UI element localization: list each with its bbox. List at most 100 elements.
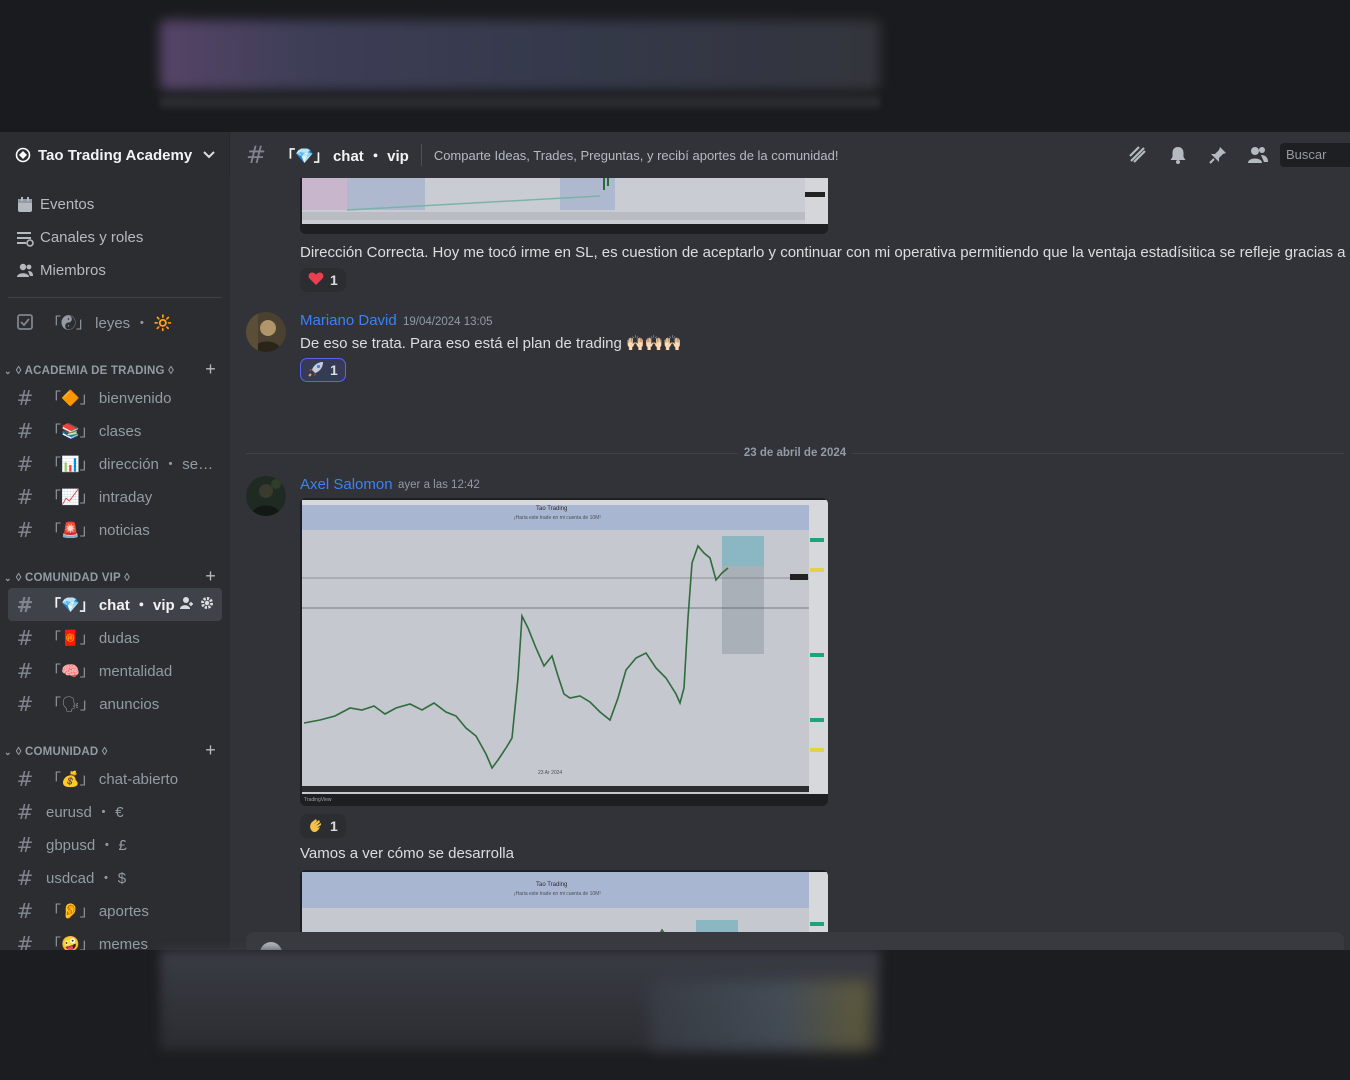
channel-hash-icon: # <box>16 592 34 617</box>
category-comunidad[interactable]: ⌄ ◊ COMUNIDAD ◊ + <box>0 732 230 762</box>
sidebar-item-label: Miembros <box>40 262 106 279</box>
blurred-banner <box>160 20 880 90</box>
sidebar-item-chat-abierto[interactable]: # 「💰」 chat-abierto <box>8 762 222 795</box>
sidebar-item-usdcad[interactable]: # usdcad ・ $ <box>8 861 222 894</box>
channel-hash-icon: # <box>16 451 34 476</box>
category-label: ◊ COMUNIDAD VIP ◊ <box>15 572 130 584</box>
add-channel-icon[interactable]: + <box>205 741 216 759</box>
sidebar-item-memes[interactable]: # 「🤪」 memes <box>8 927 222 951</box>
channel-label: 「💰」 chat-abierto <box>46 771 179 788</box>
chart-date: 23 Ar 2024 <box>538 770 563 776</box>
sidebar-item-anuncios[interactable]: # 「🗣」 anuncios <box>8 687 222 720</box>
sidebar-item-gbpusd[interactable]: # gbpusd ・ £ <box>8 828 222 861</box>
channel-label: 「📚」 clases <box>46 423 142 440</box>
chart-title: Tao Trading <box>536 882 568 888</box>
channel-topic[interactable]: Comparte Ideas, Trades, Preguntas, y rec… <box>434 148 1126 163</box>
channel-hash-icon: # <box>16 418 34 443</box>
channel-hash-icon: # <box>16 658 34 683</box>
threads-icon[interactable] <box>1126 143 1150 167</box>
message-timestamp: ayer a las 12:42 <box>398 479 480 491</box>
channel-label: 「📊」 dirección ・ sema... <box>46 456 214 473</box>
sidebar-item-noticias[interactable]: # 「🚨」 noticias <box>8 513 222 546</box>
category-comunidad-vip[interactable]: ⌄ ◊ COMUNIDAD VIP ◊ + <box>0 558 230 588</box>
channel-hash-icon: # <box>16 625 34 650</box>
category-academia[interactable]: ⌄ ◊ ACADEMIA DE TRADING ◊ + <box>0 351 230 381</box>
channel-title: 「💎」 chat ・ vip <box>280 147 409 165</box>
channel-label: 「🧧」 dudas <box>46 630 140 647</box>
channel-label: 「🚨」 noticias <box>46 522 150 539</box>
category-label: ◊ COMUNIDAD ◊ <box>15 746 108 758</box>
reaction-count: 1 <box>330 362 338 378</box>
channel-label: 「🤪」 memes <box>46 936 149 950</box>
server-header[interactable]: Tao Trading Academy <box>0 132 230 178</box>
sidebar-item-clases[interactable]: # 「📚」 clases <box>8 414 222 447</box>
channel-label: 「🔶」 bienvenido <box>46 390 172 407</box>
add-attachment-icon[interactable] <box>260 942 282 950</box>
sidebar-item-intraday[interactable]: # 「📈」 intraday <box>8 480 222 513</box>
blurred-background-bottom <box>0 950 1350 1080</box>
reaction-clap[interactable]: 1 <box>300 814 346 838</box>
channel-hash-icon: # <box>16 799 34 824</box>
reaction-rocket[interactable]: 1 <box>300 358 346 382</box>
channel-hash-icon: # <box>16 517 34 542</box>
channel-label: 「🗣」 anuncios <box>46 696 160 713</box>
channel-hash-icon: # <box>246 141 267 169</box>
search-input[interactable]: Buscar <box>1280 143 1350 167</box>
sidebar-item-direccion[interactable]: # 「📊」 dirección ・ sema... <box>8 447 222 480</box>
avatar[interactable] <box>246 312 286 352</box>
channel-label: gbpusd ・ £ <box>46 837 127 854</box>
reaction-heart[interactable]: 1 <box>300 268 346 292</box>
pin-icon[interactable] <box>1206 143 1230 167</box>
avatar[interactable] <box>246 476 286 516</box>
message-composer[interactable] <box>246 932 1344 950</box>
chart-subtitle: ¡Haria este trade en mi cuenta de 10M! <box>514 891 601 897</box>
rules-icon <box>16 311 34 335</box>
sidebar-item-chat-vip[interactable]: # 「💎」 chat ・ vip <box>8 588 222 621</box>
members-icon[interactable] <box>1246 143 1270 167</box>
sidebar-item-eventos[interactable]: Eventos <box>0 188 230 221</box>
channel-label: 「🧠」 mentalidad <box>46 663 173 680</box>
sidebar-item-dudas[interactable]: # 「🧧」 dudas <box>8 621 222 654</box>
blurred-strip <box>160 96 880 108</box>
chart-attachment-previous[interactable] <box>300 178 828 234</box>
message-author[interactable]: Mariano David <box>300 312 397 329</box>
add-channel-icon[interactable]: + <box>205 360 216 378</box>
discord-window: Tao Trading Academy # 「💎」 chat ・ vip Com… <box>0 132 1350 950</box>
sidebar-item-aportes[interactable]: # 「👂」 aportes <box>8 894 222 927</box>
channel-label: 「👂」 aportes <box>46 903 149 920</box>
announcement-icon: # <box>16 691 34 716</box>
chart-title: Tao Trading <box>536 506 568 512</box>
message-text: Vamos a ver cómo se desarrolla <box>300 845 514 862</box>
header-icons <box>1126 143 1270 167</box>
channel-label: 「💎」 chat ・ vip <box>46 597 175 614</box>
channel-label: 「☯」 leyes ・ 🔆 <box>46 315 173 332</box>
chart-attachment[interactable]: Tao Trading ¡Haria este trade en mi cuen… <box>300 498 828 806</box>
invite-icon[interactable] <box>180 596 194 613</box>
bell-icon[interactable] <box>1166 143 1190 167</box>
channel-label: 「📈」 intraday <box>46 489 153 506</box>
server-boost-icon <box>14 146 32 164</box>
gear-icon[interactable] <box>200 596 214 613</box>
sidebar-item-bienvenido[interactable]: # 「🔶」 bienvenido <box>8 381 222 414</box>
message-text: De eso se trata. Para eso está el plan d… <box>300 335 683 352</box>
channel-actions <box>180 596 214 613</box>
sidebar-item-mentalidad[interactable]: # 「🧠」 mentalidad <box>8 654 222 687</box>
chevron-down-icon[interactable] <box>203 147 215 163</box>
channel-hash-icon: # <box>16 385 34 410</box>
channel-hash-icon: # <box>16 898 34 923</box>
message-timestamp: 19/04/2024 13:05 <box>403 316 493 328</box>
header-divider <box>420 144 422 166</box>
channel-label: eurusd ・ € <box>46 804 124 821</box>
add-channel-icon[interactable]: + <box>205 567 216 585</box>
chat-area: Dirección Correcta. Hoy me tocó irme en … <box>230 178 1350 950</box>
sidebar-item-miembros[interactable]: Miembros <box>0 254 230 287</box>
calendar-icon <box>16 196 34 214</box>
chevron-down-icon: ⌄ <box>4 573 12 583</box>
sidebar-item-leyes[interactable]: 「☯」 leyes ・ 🔆 <box>8 306 222 339</box>
sidebar-item-eurusd[interactable]: # eurusd ・ € <box>8 795 222 828</box>
date-divider: 23 de abril de 2024 <box>246 447 1344 459</box>
message-author[interactable]: Axel Salomon <box>300 476 393 493</box>
chevron-down-icon: ⌄ <box>4 366 12 376</box>
sidebar-item-label: Eventos <box>40 196 95 213</box>
sidebar-item-canales[interactable]: Canales y roles <box>0 221 230 254</box>
